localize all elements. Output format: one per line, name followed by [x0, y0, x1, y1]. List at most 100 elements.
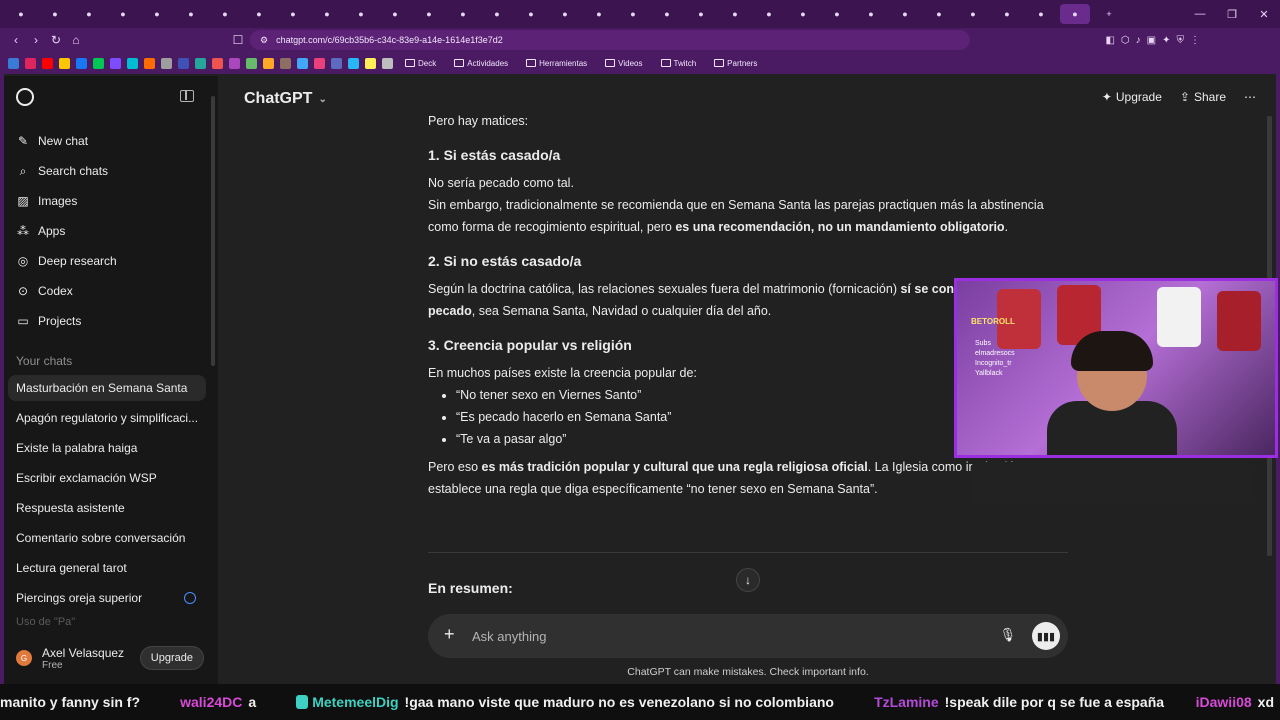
browser-tab[interactable]: ●: [414, 4, 444, 24]
upgrade-button[interactable]: ✦ Upgrade: [1102, 90, 1162, 104]
reload-icon[interactable]: ↻: [46, 33, 66, 47]
browser-tab[interactable]: ●: [210, 4, 240, 24]
menu-icon[interactable]: ⋮: [1190, 35, 1200, 46]
sidebar-scrollbar[interactable]: [211, 96, 215, 366]
bookmark-icon[interactable]: ☐: [228, 33, 248, 47]
browser-tab[interactable]: ●: [516, 4, 546, 24]
browser-tab[interactable]: ●: [1060, 4, 1090, 24]
chatgpt-logo-icon[interactable]: [16, 88, 34, 106]
share-button[interactable]: ⇪ Share: [1180, 90, 1226, 104]
bookmark-folder[interactable]: Herramientas: [520, 59, 593, 68]
browser-tab[interactable]: ●: [346, 4, 376, 24]
bookmark-favicon-icon[interactable]: [42, 57, 53, 69]
voice-mode-button[interactable]: ▮▮▮: [1032, 622, 1060, 650]
browser-tab[interactable]: ●: [890, 4, 920, 24]
bookmark-favicon-icon[interactable]: [229, 57, 240, 69]
sidebar-item-projects[interactable]: ▭ Projects: [16, 308, 206, 334]
bookmark-favicon-icon[interactable]: [365, 57, 376, 69]
bookmark-favicon-icon[interactable]: [76, 57, 87, 69]
browser-tab[interactable]: ●: [822, 4, 852, 24]
browser-tab[interactable]: ●: [448, 4, 478, 24]
chat-list-item[interactable]: Escribir exclamación WSP: [8, 465, 206, 491]
extension-icon[interactable]: ⛨: [1177, 35, 1185, 46]
plus-icon[interactable]: +: [444, 624, 455, 645]
user-account[interactable]: G Axel Velasquez Free Upgrade: [8, 640, 214, 676]
bookmark-folder[interactable]: Twitch: [655, 59, 703, 68]
browser-tab[interactable]: ●: [482, 4, 512, 24]
bookmark-favicon-icon[interactable]: [331, 57, 342, 69]
browser-tab[interactable]: ●: [380, 4, 410, 24]
browser-tab[interactable]: ●: [108, 4, 138, 24]
bookmark-folder[interactable]: Videos: [599, 59, 648, 68]
bookmark-favicon-icon[interactable]: [127, 57, 138, 69]
bookmark-folder[interactable]: Actividades: [448, 59, 514, 68]
browser-tab[interactable]: ●: [6, 4, 36, 24]
sidebar-item-deep-research[interactable]: ◎ Deep research: [16, 248, 206, 274]
close-window-icon[interactable]: ✕: [1248, 0, 1280, 28]
bookmark-favicon-icon[interactable]: [59, 57, 70, 69]
bookmark-favicon-icon[interactable]: [178, 57, 189, 69]
extension-icon[interactable]: ◧: [1105, 35, 1114, 46]
extension-icon[interactable]: ✦: [1162, 35, 1170, 46]
chat-list-item[interactable]: Masturbación en Semana Santa: [8, 375, 206, 401]
browser-tab[interactable]: ●: [40, 4, 70, 24]
browser-tab[interactable]: ●: [142, 4, 172, 24]
browser-tab[interactable]: ●: [856, 4, 886, 24]
bookmark-favicon-icon[interactable]: [93, 57, 104, 69]
model-selector[interactable]: ChatGPT ⌄: [244, 90, 327, 108]
bookmark-favicon-icon[interactable]: [144, 57, 155, 69]
chat-list-item[interactable]: Existe la palabra haiga: [8, 435, 206, 461]
extension-icon[interactable]: ♪: [1136, 35, 1141, 46]
site-info-icon[interactable]: ⚙: [260, 35, 268, 46]
chat-list-item[interactable]: Lectura general tarot: [8, 555, 206, 581]
bookmark-favicon-icon[interactable]: [348, 57, 359, 69]
browser-tab[interactable]: ●: [720, 4, 750, 24]
sidebar-item-new-chat[interactable]: ✎ New chat: [16, 128, 206, 154]
more-options-icon[interactable]: ⋯: [1244, 90, 1256, 104]
home-icon[interactable]: ⌂: [66, 33, 86, 47]
url-field[interactable]: ⚙ chatgpt.com/c/69cb35b6-c34c-83e9-a14e-…: [250, 30, 970, 50]
browser-tab[interactable]: ●: [278, 4, 308, 24]
browser-tab[interactable]: ●: [754, 4, 784, 24]
browser-tab[interactable]: ●: [176, 4, 206, 24]
sidebar-toggle-icon[interactable]: [180, 90, 194, 102]
chat-list-item[interactable]: Uso de "Pa": [8, 615, 206, 629]
minimize-icon[interactable]: —: [1184, 0, 1216, 28]
microphone-icon[interactable]: 🎙: [999, 627, 1016, 643]
browser-tab[interactable]: ●: [992, 4, 1022, 24]
extension-icon[interactable]: ▣: [1147, 35, 1156, 46]
sidebar-item-search-chats[interactable]: ⌕ Search chats: [16, 158, 206, 184]
sidebar-item-apps[interactable]: ⁂ Apps: [16, 218, 206, 244]
prompt-input[interactable]: [472, 626, 952, 646]
bookmark-favicon-icon[interactable]: [280, 57, 291, 69]
chat-list-item[interactable]: Respuesta asistente: [8, 495, 206, 521]
maximize-icon[interactable]: ❐: [1216, 0, 1248, 28]
bookmark-favicon-icon[interactable]: [110, 57, 121, 69]
new-tab-icon[interactable]: +: [1094, 4, 1124, 24]
sidebar-item-codex[interactable]: ⊙ Codex: [16, 278, 206, 304]
browser-tab[interactable]: ●: [618, 4, 648, 24]
browser-tab[interactable]: ●: [924, 4, 954, 24]
sidebar-item-images[interactable]: ▨ Images: [16, 188, 206, 214]
chat-list-item[interactable]: Piercings oreja superior: [8, 585, 206, 611]
bookmark-favicon-icon[interactable]: [382, 57, 393, 69]
browser-tab[interactable]: ●: [1026, 4, 1056, 24]
scroll-down-button[interactable]: ↓: [736, 568, 760, 592]
browser-tab[interactable]: ●: [584, 4, 614, 24]
forward-icon[interactable]: ›: [26, 33, 46, 47]
browser-tab[interactable]: ●: [652, 4, 682, 24]
browser-tab[interactable]: ●: [550, 4, 580, 24]
bookmark-favicon-icon[interactable]: [297, 57, 308, 69]
bookmark-favicon-icon[interactable]: [25, 57, 36, 69]
bookmark-favicon-icon[interactable]: [195, 57, 206, 69]
bookmark-folder[interactable]: Partners: [708, 59, 763, 68]
bookmark-favicon-icon[interactable]: [314, 57, 325, 69]
chat-list-item[interactable]: Apagón regulatorio y simplificaci...: [8, 405, 206, 431]
bookmark-folder[interactable]: Deck: [399, 59, 442, 68]
back-icon[interactable]: ‹: [6, 33, 26, 47]
bookmark-favicon-icon[interactable]: [263, 57, 274, 69]
browser-tab[interactable]: ●: [312, 4, 342, 24]
browser-tab[interactable]: ●: [686, 4, 716, 24]
bookmark-favicon-icon[interactable]: [212, 57, 223, 69]
sidebar-upgrade-button[interactable]: Upgrade: [139, 646, 204, 670]
